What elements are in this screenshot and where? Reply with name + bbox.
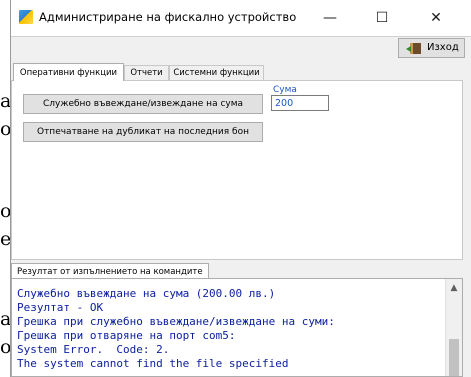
door-exit-icon (406, 43, 421, 54)
tab-command-results[interactable]: Резултат от изпълнението на командите (11, 263, 209, 279)
minimize-button[interactable]: — (310, 4, 350, 32)
exit-button-label: Изход (427, 42, 459, 53)
print-duplicate-receipt-button[interactable]: Отпечатване на дубликат на последния бон (23, 122, 263, 142)
scroll-up-arrow-icon[interactable]: ▲ (446, 279, 462, 297)
title-bar[interactable]: Администриране на фискално устройство — … (11, 0, 471, 36)
tab-operational-functions[interactable]: Оперативни функции (13, 63, 124, 81)
cash-in-out-button[interactable]: Служебно въвеждане/извеждане на сума (23, 94, 263, 114)
output-line: Грешка при служебно въвеждане/извеждане … (17, 315, 335, 328)
toolbar-separator (11, 36, 471, 37)
output-line: Грешка при отваряне на порт com5: (17, 329, 236, 342)
maximize-button[interactable]: ☐ (362, 4, 402, 32)
output-line: Резултат - OK (17, 301, 104, 314)
exit-button[interactable]: Изход (398, 38, 465, 58)
command-output-box[interactable]: Служебно въвеждане на сума (200.00 лв.) … (11, 278, 463, 377)
scroll-thumb[interactable] (449, 339, 459, 376)
close-button[interactable]: ✕ (416, 4, 456, 32)
output-scrollbar[interactable]: ▲ (445, 279, 462, 376)
tab-system-functions[interactable]: Системни функции (169, 65, 264, 80)
window-title: Администриране на фискално устройство (39, 10, 297, 24)
tab-reports[interactable]: Отчети (124, 65, 169, 80)
command-output-lines: Служебно въвеждане на сума (200.00 лв.) … (17, 287, 442, 371)
app-icon (19, 10, 33, 24)
amount-label: Сума (273, 85, 297, 95)
amount-input[interactable] (271, 95, 329, 111)
fiscal-admin-window: Администриране на фискално устройство — … (10, 0, 471, 377)
output-line: System Error. Code: 2. (17, 343, 170, 356)
output-line: The system cannot find the file specifie… (17, 357, 289, 370)
output-line: Служебно въвеждане на сума (200.00 лв.) (17, 287, 276, 300)
